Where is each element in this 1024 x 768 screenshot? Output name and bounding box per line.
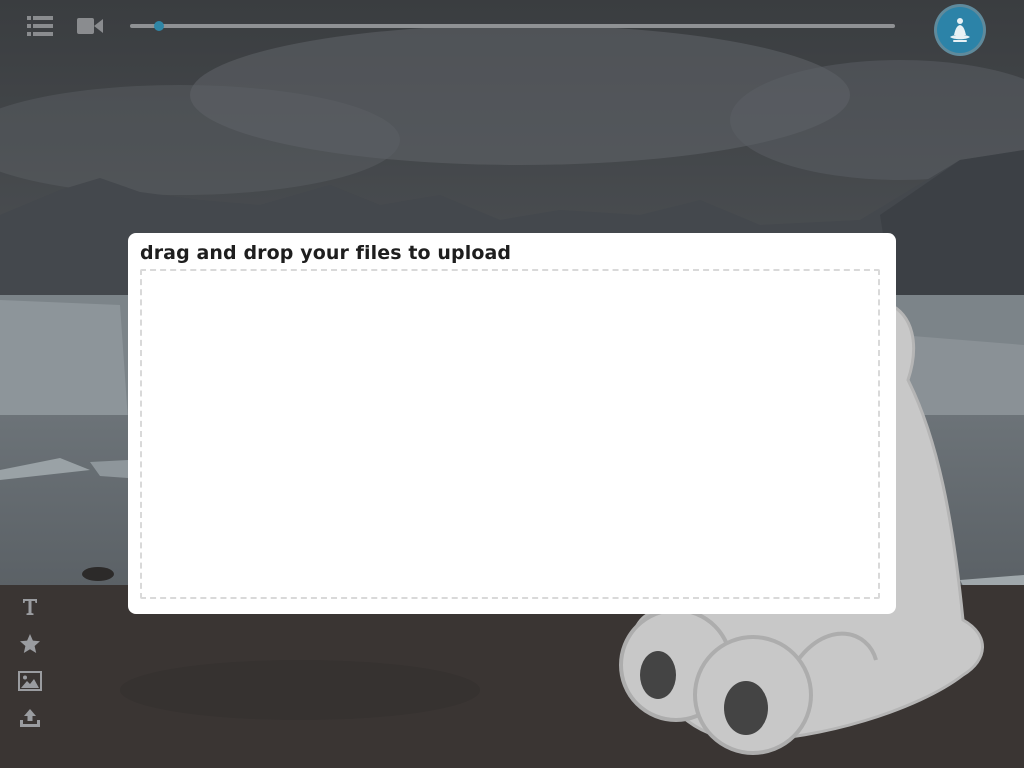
upload-dialog-title: drag and drop your files to upload xyxy=(140,242,512,264)
list-icon[interactable] xyxy=(27,15,53,37)
timeline-slider-thumb[interactable] xyxy=(154,21,165,31)
upload-dialog: drag and drop your files to upload xyxy=(128,233,896,614)
file-drop-zone[interactable] xyxy=(140,269,880,599)
image-icon xyxy=(18,671,42,691)
meditating-figure-icon xyxy=(950,18,970,42)
image-tool-button[interactable] xyxy=(18,669,42,693)
timeline-slider[interactable] xyxy=(130,21,895,31)
text-icon xyxy=(23,599,37,615)
star-icon xyxy=(20,634,40,653)
upload-tool-button[interactable] xyxy=(18,706,42,730)
upload-icon xyxy=(20,709,40,727)
app-window: drag and drop your files to upload xyxy=(0,0,1024,768)
user-avatar[interactable] xyxy=(937,7,983,53)
text-tool-button[interactable] xyxy=(18,595,42,619)
star-tool-button[interactable] xyxy=(18,632,42,656)
video-camera-icon[interactable] xyxy=(77,16,103,36)
